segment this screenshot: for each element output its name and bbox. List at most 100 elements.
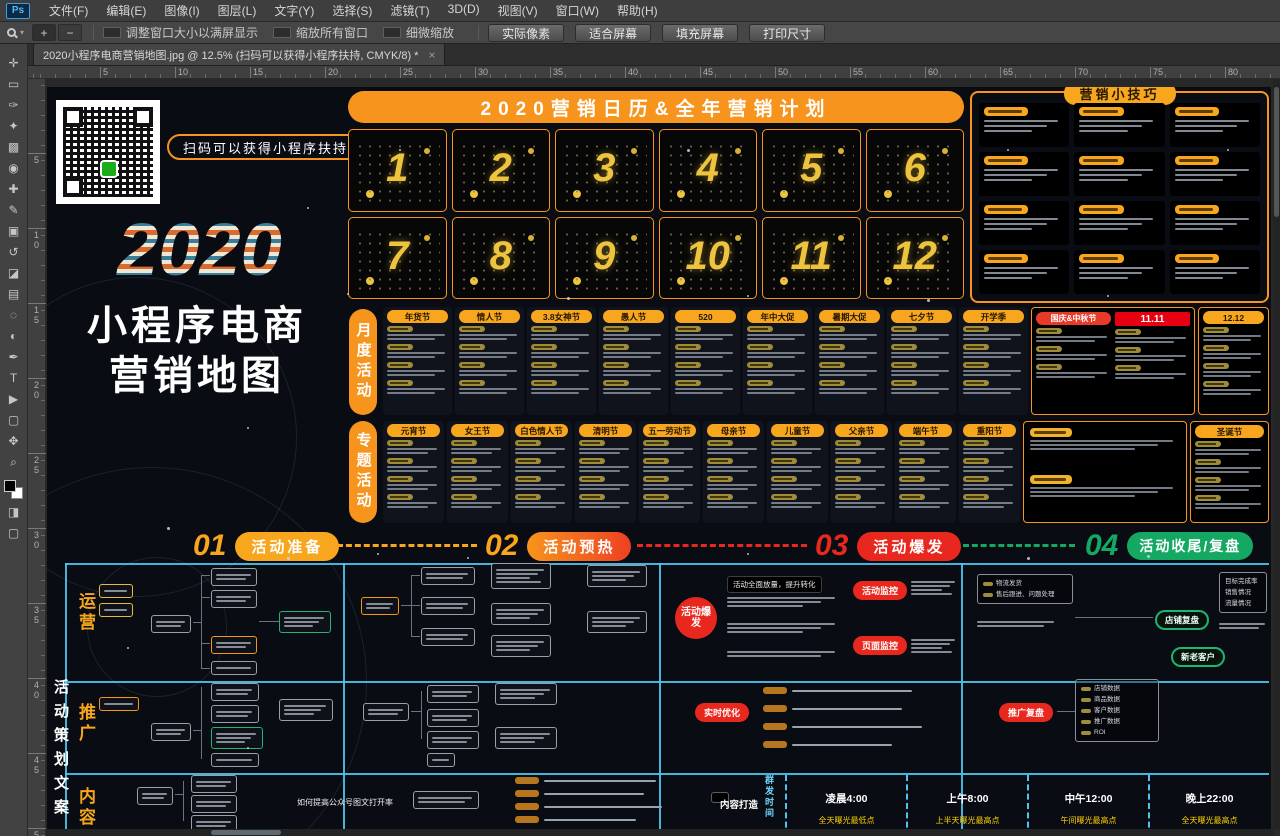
path-select-tool[interactable]: ▶ (3, 390, 25, 408)
text-bar (1079, 125, 1142, 127)
text-bar (387, 484, 437, 486)
shape-tool[interactable]: ▢ (3, 411, 25, 429)
section-label-chip (387, 344, 413, 350)
options-button[interactable]: 适合屏幕 (575, 24, 651, 42)
card-section (579, 494, 632, 508)
section-label-chip (963, 440, 989, 446)
star-dot (1147, 555, 1150, 558)
menu-item[interactable]: 图层(L) (209, 2, 266, 19)
text-bar (216, 646, 246, 648)
card-section (963, 476, 1016, 490)
text-bar (771, 466, 821, 468)
list-row: 店铺数据 (1081, 683, 1153, 694)
horizontal-ruler[interactable]: 5101520253035404550556065707580 (28, 66, 1280, 79)
column-divider (659, 563, 661, 829)
menu-item[interactable]: 滤镜(T) (381, 2, 438, 19)
scrollbar-thumb[interactable] (1274, 87, 1279, 217)
text-bar (963, 502, 1013, 504)
text-bar (899, 484, 949, 486)
pen-tool[interactable]: ✒ (3, 348, 25, 366)
text-bar (592, 621, 634, 623)
menu-item[interactable]: 图像(I) (155, 2, 208, 19)
lasso-tool[interactable]: ✑ (3, 96, 25, 114)
menu-item[interactable]: 文字(Y) (265, 2, 323, 19)
tip-card (1074, 201, 1164, 245)
quick-select-tool[interactable]: ✦ (3, 117, 25, 135)
move-tool[interactable]: ✛ (3, 54, 25, 72)
options-button[interactable]: 打印尺寸 (749, 24, 825, 42)
color-swatches[interactable] (4, 480, 23, 499)
tip-card (979, 103, 1069, 147)
hand-tool[interactable]: ✥ (3, 432, 25, 450)
menu-item[interactable]: 选择(S) (323, 2, 381, 19)
history-brush-tool[interactable]: ↺ (3, 243, 25, 261)
gradient-tool[interactable]: ▤ (3, 285, 25, 303)
text-bar (592, 625, 626, 627)
text-bar (899, 470, 940, 472)
card-section (707, 476, 760, 490)
marquee-tool[interactable]: ▭ (3, 75, 25, 93)
card-section (747, 326, 808, 340)
document-tab[interactable]: 2020小程序电商营销地图.jpg @ 12.5% (扫码可以获得小程序扶持, … (33, 43, 445, 65)
menu-item[interactable]: 窗口(W) (547, 2, 608, 19)
options-button[interactable]: 实际像素 (488, 24, 564, 42)
event-title: 儿童节 (771, 424, 824, 437)
text-bar (747, 392, 795, 394)
poster-document[interactable]: 扫码可以获得小程序扶持 2020 小程序电商 营销地图 2020营销日历&全年营… (47, 87, 1271, 829)
connector (193, 730, 201, 731)
qr-caption: 扫码可以获得小程序扶持 (167, 134, 364, 160)
card-section (531, 344, 592, 358)
realtime-optimize-badge: 实时优化 (695, 703, 749, 722)
text-bar (835, 506, 876, 508)
option-checkbox[interactable]: 调整窗口大小以满屏显示 (103, 24, 258, 41)
side-label: 活动策划文案 (50, 679, 71, 823)
crop-tool[interactable]: ▩ (3, 138, 25, 156)
text-bar (603, 352, 661, 354)
card-section (643, 494, 696, 508)
tools: ✛ ▭ ✑ ✦ ▩ ◉ ✚ ✎ ▣ ↺ ◪ ▤ ◌ ◐ ✒ T ▶ ▢ ✥ ⌕ (3, 54, 25, 474)
eraser-tool[interactable]: ◪ (3, 264, 25, 282)
tip-title-pill (1079, 107, 1123, 116)
menu-item[interactable]: 文件(F) (40, 2, 97, 19)
text-bar (459, 338, 507, 340)
list-row: 流量情况 (1225, 598, 1261, 609)
dodge-tool[interactable]: ◐ (3, 327, 25, 345)
zoom-tool-indicator[interactable]: ▾ (7, 28, 24, 37)
options-button[interactable]: 填充屏幕 (662, 24, 738, 42)
quick-mask-button[interactable]: ◨ (3, 503, 25, 521)
option-checkbox[interactable]: 细微缩放 (383, 24, 454, 41)
menu-item[interactable]: 3D(D) (439, 2, 489, 19)
text-bar (579, 502, 629, 504)
menu-item[interactable]: 编辑(E) (97, 2, 155, 19)
type-tool[interactable]: T (3, 369, 25, 387)
card-section (835, 476, 888, 490)
tip-title-pill (984, 107, 1028, 116)
menu-item[interactable]: 视图(V) (489, 2, 547, 19)
zoom-out-button[interactable]: − (58, 24, 82, 41)
vertical-scrollbar[interactable] (1273, 79, 1280, 829)
event-card: 父亲节 (831, 421, 892, 523)
text-bar (451, 484, 501, 486)
aftersale-list: 物流发货售后跟进、问题处理 (977, 574, 1073, 604)
section-label-chip (819, 344, 845, 350)
vertical-ruler[interactable]: 5101520253035404550 (28, 79, 46, 836)
scrollbar-thumb[interactable] (211, 830, 281, 835)
burst-header: 活动全面放量，提升转化 (727, 576, 822, 593)
zoom-tool[interactable]: ⌕ (3, 453, 25, 471)
brush-tool[interactable]: ✎ (3, 201, 25, 219)
text-bar (387, 488, 428, 490)
text-bar (707, 506, 748, 508)
screen-mode-button[interactable]: ▢ (3, 524, 25, 542)
healing-brush-tool[interactable]: ✚ (3, 180, 25, 198)
menu-item[interactable]: 帮助(H) (608, 2, 667, 19)
zoom-in-button[interactable]: + (32, 24, 56, 41)
mindmap-node (211, 661, 257, 675)
text-bar (1079, 120, 1153, 122)
eyedropper-tool[interactable]: ◉ (3, 159, 25, 177)
clone-stamp-tool[interactable]: ▣ (3, 222, 25, 240)
customers-badge: 新老客户 (1171, 647, 1225, 667)
tab-close-button[interactable]: × (428, 48, 435, 62)
horizontal-scrollbar[interactable] (46, 829, 1273, 836)
option-checkbox[interactable]: 缩放所有窗口 (273, 24, 368, 41)
blur-tool[interactable]: ◌ (3, 306, 25, 324)
